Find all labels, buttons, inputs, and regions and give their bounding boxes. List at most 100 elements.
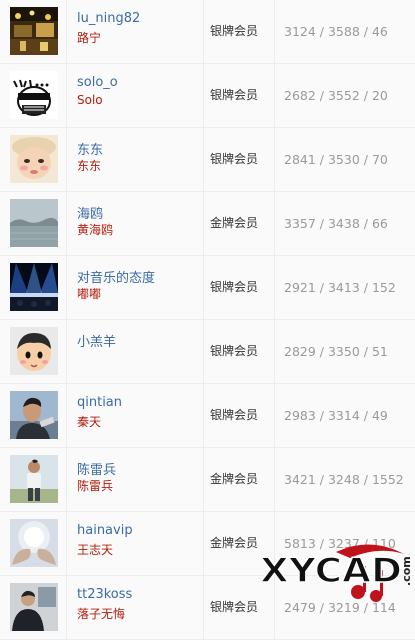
level-cell: 金牌会员 xyxy=(204,192,275,255)
member-stats: 3357 / 3438 / 66 xyxy=(284,216,388,231)
list-item: lu_ning82 路宁 银牌会员 3124 / 3588 / 46 xyxy=(0,0,415,64)
member-stats: 2841 / 3530 / 70 xyxy=(284,152,388,167)
username-link[interactable]: 东东 xyxy=(77,139,103,158)
avatar[interactable] xyxy=(10,7,58,55)
name-cell: solo_o Solo xyxy=(67,64,204,127)
list-item: 东东 东东 银牌会员 2841 / 3530 / 70 xyxy=(0,128,415,192)
member-level: 金牌会员 xyxy=(210,536,259,550)
level-cell: 银牌会员 xyxy=(204,320,275,383)
avatar[interactable] xyxy=(10,135,58,183)
baby-photo-icon xyxy=(10,135,58,183)
name-cell: 小羔羊 xyxy=(67,320,204,383)
avatar-cell xyxy=(0,576,67,639)
member-stats: 2682 / 3552 / 20 xyxy=(284,88,388,103)
avatar-cell xyxy=(0,448,67,511)
avatar-cell xyxy=(0,0,67,63)
avatar[interactable] xyxy=(10,455,58,503)
name-cell: 陈雷兵 陈雷兵 xyxy=(67,448,204,511)
username-link[interactable]: 对音乐的态度 xyxy=(77,267,155,286)
username-link[interactable]: 陈雷兵 xyxy=(77,459,116,478)
username-link[interactable]: 海鸥 xyxy=(77,203,103,222)
stats-cell: 2682 / 3552 / 20 xyxy=(275,64,415,127)
level-cell: 银牌会员 xyxy=(204,0,275,63)
level-cell: 银牌会员 xyxy=(204,576,275,639)
name-cell: tt23koss 落子无悔 xyxy=(67,576,204,639)
username-link[interactable]: 小羔羊 xyxy=(77,331,116,350)
member-level: 银牌会员 xyxy=(210,408,259,422)
member-stats: 3421 / 3248 / 1552 xyxy=(284,472,404,487)
username-link[interactable]: solo_o xyxy=(77,75,118,90)
avatar[interactable] xyxy=(10,263,58,311)
man-office-photo-icon xyxy=(10,583,58,631)
avatar-cell xyxy=(0,512,67,575)
member-level: 银牌会员 xyxy=(210,152,259,166)
member-stats: 2983 / 3314 / 49 xyxy=(284,408,388,423)
name-cell: lu_ning82 路宁 xyxy=(67,0,204,63)
man-standing-outdoor-photo-icon xyxy=(10,455,58,503)
stats-cell: 2829 / 3350 / 51 xyxy=(275,320,415,383)
member-level: 银牌会员 xyxy=(210,344,259,358)
stats-cell: 2983 / 3314 / 49 xyxy=(275,384,415,447)
name-cell: 东东 东东 xyxy=(67,128,204,191)
man-photo-icon xyxy=(10,391,58,439)
member-stats: 2921 / 3413 / 152 xyxy=(284,280,396,295)
list-item: 海鸥 黄海鸥 金牌会员 3357 / 3438 / 66 xyxy=(0,192,415,256)
member-level: 金牌会员 xyxy=(210,472,259,486)
real-name: 路宁 xyxy=(77,31,102,45)
cartoon-sketch-avatar-icon xyxy=(10,71,58,119)
username-link[interactable]: qintian xyxy=(77,395,122,410)
avatar-cell xyxy=(0,320,67,383)
list-item: 对音乐的态度 嘟嘟 银牌会员 2921 / 3413 / 152 xyxy=(0,256,415,320)
avatar[interactable] xyxy=(10,327,58,375)
member-ranking-list: lu_ning82 路宁 银牌会员 3124 / 3588 / 46 solo_… xyxy=(0,0,415,640)
level-cell: 银牌会员 xyxy=(204,64,275,127)
member-level: 银牌会员 xyxy=(210,88,259,102)
real-name: 陈雷兵 xyxy=(77,479,114,493)
list-item: solo_o Solo 银牌会员 2682 / 3552 / 20 xyxy=(0,64,415,128)
avatar[interactable] xyxy=(10,583,58,631)
member-level: 银牌会员 xyxy=(210,24,259,38)
username-link[interactable]: lu_ning82 xyxy=(77,11,140,26)
stats-cell: 5813 / 3237 / 110 xyxy=(275,512,415,575)
member-stats: 2829 / 3350 / 51 xyxy=(284,344,388,359)
real-name: 秦天 xyxy=(77,415,102,429)
level-cell: 银牌会员 xyxy=(204,384,275,447)
avatar-cell xyxy=(0,256,67,319)
member-stats: 3124 / 3588 / 46 xyxy=(284,24,388,39)
stats-cell: 2921 / 3413 / 152 xyxy=(275,256,415,319)
member-level: 银牌会员 xyxy=(210,280,259,294)
avatar[interactable] xyxy=(10,391,58,439)
real-name: 黄海鸥 xyxy=(77,223,114,237)
list-item: hainavip 王志天 金牌会员 5813 / 3237 / 110 xyxy=(0,512,415,576)
list-item: 陈雷兵 陈雷兵 金牌会员 3421 / 3248 / 1552 xyxy=(0,448,415,512)
real-name: Solo xyxy=(77,93,103,107)
bar-interior-photo-icon xyxy=(10,7,58,55)
cartoon-boy-avatar-icon xyxy=(10,327,58,375)
username-link[interactable]: tt23koss xyxy=(77,587,132,602)
stats-cell: 2841 / 3530 / 70 xyxy=(275,128,415,191)
username-link[interactable]: hainavip xyxy=(77,523,133,538)
avatar[interactable] xyxy=(10,519,58,567)
concert-stage-photo-icon xyxy=(10,263,58,311)
avatar[interactable] xyxy=(10,71,58,119)
stats-cell: 2479 / 3219 / 114 xyxy=(275,576,415,639)
sea-landscape-photo-icon xyxy=(10,199,58,247)
level-cell: 银牌会员 xyxy=(204,256,275,319)
member-stats: 2479 / 3219 / 114 xyxy=(284,600,396,615)
member-level: 银牌会员 xyxy=(210,600,259,614)
avatar[interactable] xyxy=(10,199,58,247)
stats-cell: 3124 / 3588 / 46 xyxy=(275,0,415,63)
list-item: 小羔羊 银牌会员 2829 / 3350 / 51 xyxy=(0,320,415,384)
avatar-cell xyxy=(0,64,67,127)
name-cell: qintian 秦天 xyxy=(67,384,204,447)
real-name: 王志天 xyxy=(77,543,114,557)
hands-light-photo-icon xyxy=(10,519,58,567)
level-cell: 银牌会员 xyxy=(204,128,275,191)
level-cell: 金牌会员 xyxy=(204,448,275,511)
stats-cell: 3357 / 3438 / 66 xyxy=(275,192,415,255)
real-name: 东东 xyxy=(77,159,102,173)
level-cell: 金牌会员 xyxy=(204,512,275,575)
member-level: 金牌会员 xyxy=(210,216,259,230)
real-name: 嘟嘟 xyxy=(77,287,102,301)
stats-cell: 3421 / 3248 / 1552 xyxy=(275,448,415,511)
